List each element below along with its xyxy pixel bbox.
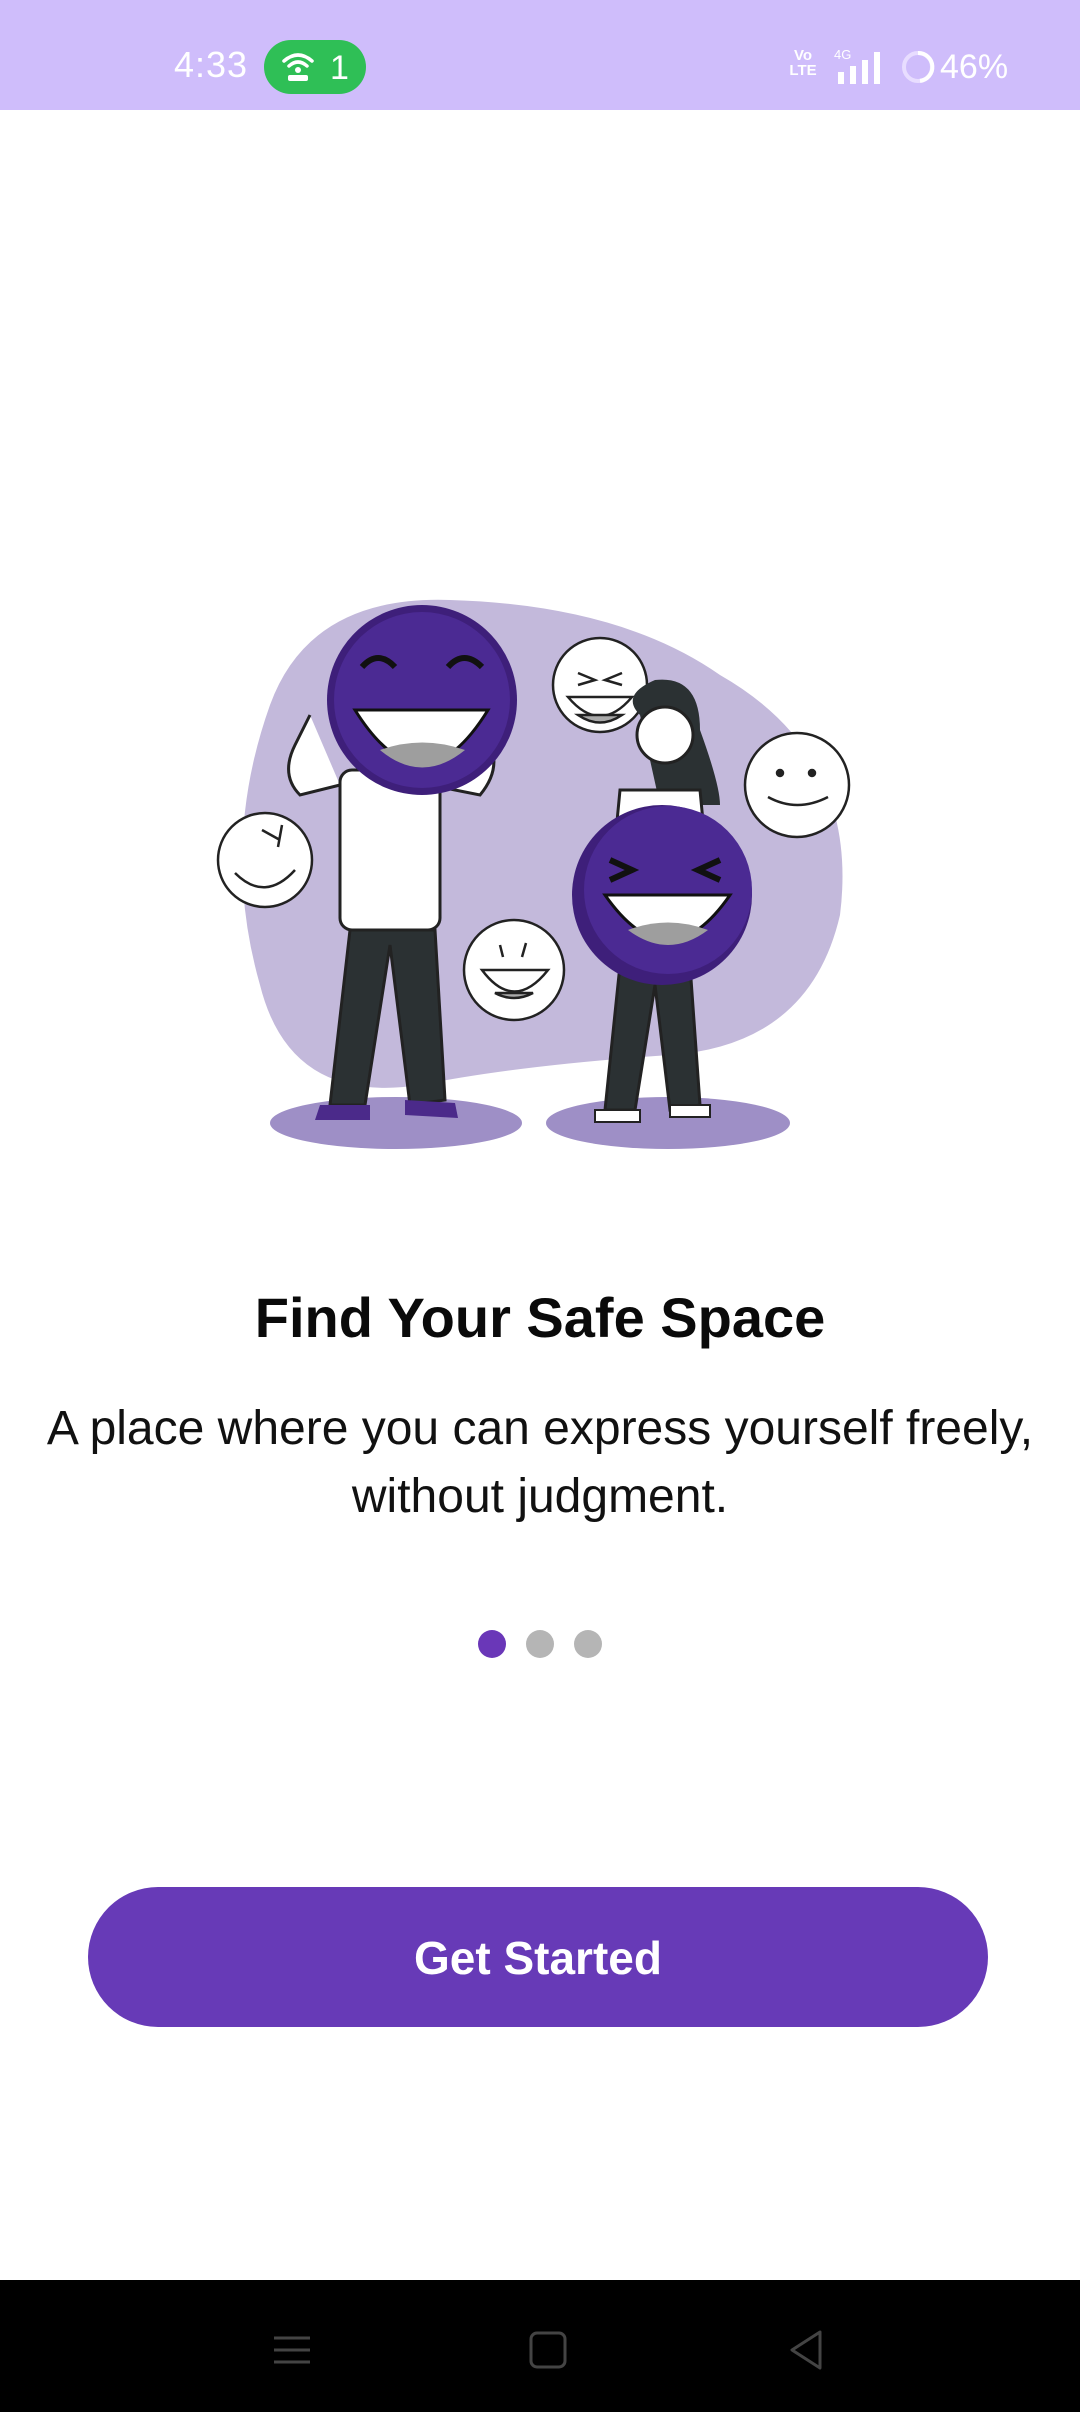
emoji-smile — [743, 731, 851, 839]
volte-icon: Vo LTE — [789, 47, 817, 79]
get-started-button[interactable]: Get Started — [88, 1887, 988, 2027]
emoji-wink — [216, 811, 314, 909]
page-dot-2[interactable] — [526, 1630, 554, 1658]
status-icons: Vo LTE 4G 46% — [788, 46, 1018, 90]
emoji-laugh-small — [462, 918, 566, 1022]
page-dot-1[interactable] — [478, 1630, 506, 1658]
status-time: 4:33 — [174, 44, 249, 85]
menu-icon[interactable] — [262, 2320, 322, 2380]
battery-icon — [902, 50, 935, 83]
signal-icon: 4G — [834, 47, 880, 84]
onboarding-title: Find Your Safe Space — [254, 1286, 826, 1349]
home-icon[interactable] — [518, 2320, 578, 2380]
network-type: 4G — [834, 47, 851, 62]
page-indicator — [478, 1630, 608, 1660]
page-dot-3[interactable] — [574, 1630, 602, 1658]
back-icon[interactable] — [776, 2320, 836, 2380]
onboarding-illustration — [216, 599, 851, 1149]
hotspot-count: 1 — [330, 49, 349, 87]
hotspot-icon — [282, 53, 314, 81]
status-bar: 4:33 1 Vo LTE 4G 46% — [0, 0, 1080, 110]
onboarding-subtitle: A place where you can express yourself f… — [46, 1402, 1034, 1523]
hotspot-indicator[interactable]: 1 — [264, 40, 366, 94]
battery-level: 46% — [940, 48, 1009, 86]
system-nav-bar — [0, 2280, 1080, 2412]
emoji-grin-small — [551, 636, 649, 734]
